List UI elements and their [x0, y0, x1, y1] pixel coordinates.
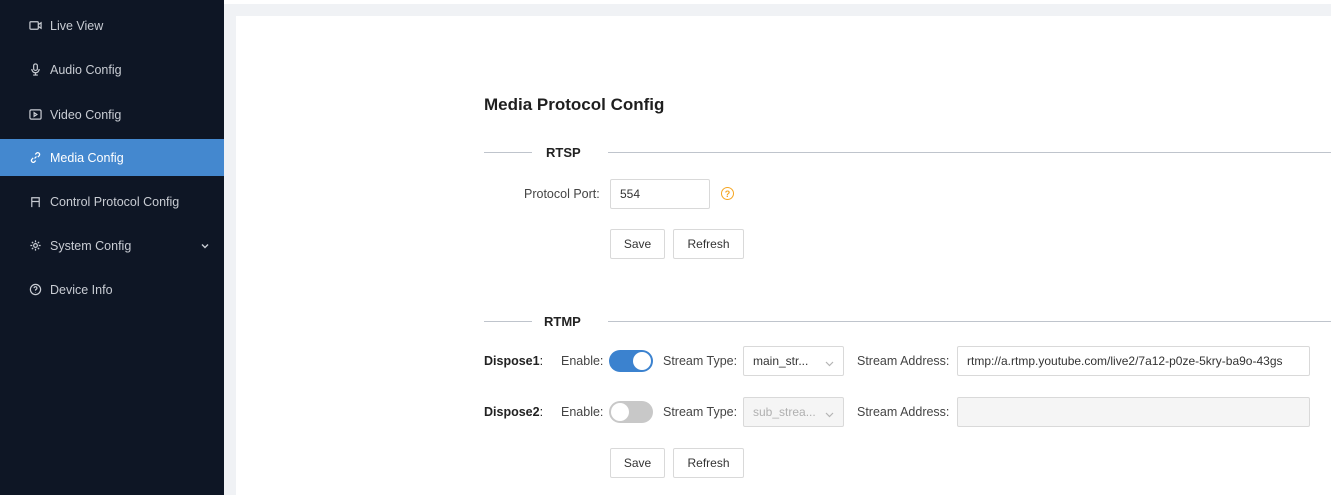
- video-play-icon: [28, 108, 42, 122]
- sidebar-item-audio-config[interactable]: Audio Config: [0, 51, 224, 88]
- dispose2-label: Dispose2:: [484, 405, 544, 419]
- dispose2-stream-type-label: Stream Type:: [663, 405, 738, 419]
- dispose2-enable-switch[interactable]: [609, 401, 653, 423]
- chevron-down-icon[interactable]: [200, 240, 210, 250]
- dispose2-stream-address-label: Stream Address:: [857, 405, 950, 419]
- page-title: Media Protocol Config: [484, 95, 665, 114]
- sidebar-item-label: System Config: [50, 238, 132, 253]
- rtsp-section-label: RTSP: [546, 145, 581, 160]
- chevron-down-icon: [825, 357, 834, 367]
- protocol-port-label: Protocol Port:: [524, 187, 600, 201]
- dispose1-stream-type-select[interactable]: main_str...: [743, 346, 844, 376]
- sidebar: Live View Audio Config Video Config Medi…: [0, 0, 224, 495]
- rtsp-divider-right: [608, 152, 1331, 153]
- rtsp-divider-left: [484, 152, 532, 153]
- switch-knob: [611, 403, 629, 421]
- dispose2-stream-type-select[interactable]: sub_strea...: [743, 397, 844, 427]
- control-icon: [28, 195, 42, 209]
- sidebar-item-control-protocol-config[interactable]: Control Protocol Config: [0, 183, 224, 220]
- info-circle-icon: [28, 283, 42, 297]
- dispose1-stream-type-label: Stream Type:: [663, 354, 738, 368]
- video-camera-icon: [28, 19, 42, 33]
- gear-icon: [28, 239, 42, 253]
- rtmp-divider-left: [484, 321, 532, 322]
- rtmp-save-button[interactable]: Save: [610, 448, 665, 478]
- dispose2-enable-label: Enable:: [561, 405, 604, 419]
- sidebar-item-media-config[interactable]: Media Config: [0, 139, 224, 176]
- question-circle-icon[interactable]: ?: [721, 187, 734, 200]
- select-value: sub_strea...: [753, 405, 816, 419]
- select-value: main_str...: [753, 354, 809, 368]
- sidebar-item-label: Video Config: [50, 107, 122, 122]
- dispose1-enable-switch[interactable]: [609, 350, 653, 372]
- sidebar-item-video-config[interactable]: Video Config: [0, 96, 224, 133]
- rtmp-section-label: RTMP: [544, 314, 581, 329]
- rtsp-save-button[interactable]: Save: [610, 229, 665, 259]
- top-strip: [224, 0, 1331, 4]
- dispose1-label: Dispose1:: [484, 354, 544, 368]
- chevron-down-icon: [825, 408, 834, 418]
- switch-knob: [633, 352, 651, 370]
- sidebar-item-device-info[interactable]: Device Info: [0, 271, 224, 308]
- dispose1-enable-label: Enable:: [561, 354, 604, 368]
- protocol-port-input[interactable]: [610, 179, 710, 209]
- dispose2-stream-address-input[interactable]: [957, 397, 1310, 427]
- sidebar-item-label: Media Config: [50, 150, 124, 165]
- link-icon: [28, 151, 42, 165]
- sidebar-item-label: Control Protocol Config: [50, 194, 180, 209]
- rtsp-refresh-button[interactable]: Refresh: [673, 229, 744, 259]
- rtmp-divider-right: [608, 321, 1331, 322]
- sidebar-item-live-view[interactable]: Live View: [0, 7, 224, 44]
- dispose1-stream-address-input[interactable]: [957, 346, 1310, 376]
- sidebar-item-label: Device Info: [50, 282, 113, 297]
- sidebar-item-label: Live View: [50, 18, 104, 33]
- sidebar-item-system-config[interactable]: System Config: [0, 227, 224, 264]
- microphone-icon: [28, 63, 42, 77]
- dispose1-stream-address-label: Stream Address:: [857, 354, 950, 368]
- sidebar-item-label: Audio Config: [50, 62, 122, 77]
- rtmp-refresh-button[interactable]: Refresh: [673, 448, 744, 478]
